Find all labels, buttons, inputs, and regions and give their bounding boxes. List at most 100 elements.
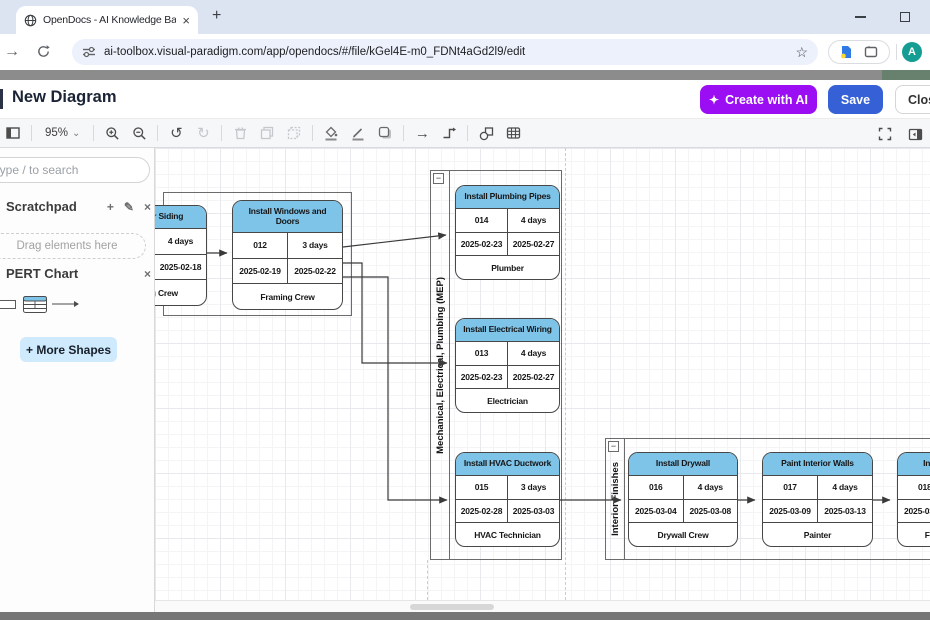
task-start: 2025-02-28	[456, 500, 507, 523]
to-front-icon[interactable]	[258, 124, 276, 142]
task-duration: 4 days	[817, 476, 872, 499]
minimize-icon[interactable]	[855, 16, 866, 18]
toolbar-divider	[312, 125, 313, 141]
straight-connector-icon[interactable]: →	[413, 124, 431, 142]
pert-node-paint[interactable]: Paint Interior Walls 017 4 days 2025-03-…	[762, 452, 873, 547]
url-text[interactable]: ai-toolbox.visual-paradigm.com/app/opend…	[104, 46, 787, 58]
toolbar-divider	[403, 125, 404, 141]
toolbar-right-group	[876, 119, 924, 149]
pert-node-plumbing[interactable]: Install Plumbing Pipes 014 4 days 2025-0…	[455, 185, 560, 280]
pert-node-electrical[interactable]: Install Electrical Wiring 013 4 days 202…	[455, 318, 560, 413]
scrollbar-thumb[interactable]	[410, 604, 494, 610]
scratchpad-dropzone[interactable]: Drag elements here	[0, 233, 146, 259]
shape-arrow[interactable]	[52, 299, 79, 309]
toolbar-divider	[157, 125, 158, 141]
toolbar-divider	[31, 125, 32, 141]
collapse-panel-icon[interactable]	[906, 125, 924, 143]
zoom-in-icon[interactable]	[103, 124, 121, 142]
to-back-icon[interactable]	[285, 124, 303, 142]
search-input[interactable]	[0, 157, 150, 183]
pert-node-flooring[interactable]: Install Flooring 018 2025-03-14 Flooring…	[897, 452, 930, 547]
pert-node-siding[interactable]: Exterior Siding 4 days 2025-02-18 Siding…	[155, 205, 207, 306]
diagram-canvas[interactable]: Mechanical, Electrical, Plumbing (MEP) −…	[155, 148, 930, 600]
task-start: 2025-03-14	[898, 500, 930, 523]
app-header: New Diagram ✦ Create with AI Save Close	[0, 80, 930, 118]
elbow-connector-icon[interactable]	[440, 124, 458, 142]
undo-icon[interactable]: ↺	[167, 124, 185, 142]
task-title: Install Plumbing Pipes	[456, 186, 559, 209]
task-end: 2025-03-03	[507, 500, 559, 523]
task-duration: 4 days	[155, 229, 206, 254]
close-label: Close	[908, 93, 930, 107]
site-info-icon[interactable]	[82, 45, 96, 59]
format-panel-icon[interactable]	[4, 124, 22, 142]
redo-icon[interactable]: ↻	[194, 124, 212, 142]
globe-icon	[24, 14, 37, 27]
pert-node-drywall[interactable]: Install Drywall 016 4 days 2025-03-04 20…	[628, 452, 738, 547]
task-resource: Siding Crew	[155, 280, 206, 305]
horizontal-scrollbar[interactable]	[155, 600, 930, 612]
create-with-ai-button[interactable]: ✦ Create with AI	[700, 85, 817, 114]
close-button[interactable]: Close	[895, 85, 930, 114]
browser-tab[interactable]: OpenDocs - AI Knowledge Base ×	[16, 6, 198, 34]
task-title: Install Drywall	[629, 453, 737, 476]
shadow-icon[interactable]	[376, 124, 394, 142]
create-with-ai-label: Create with AI	[725, 93, 808, 107]
doc-extension-icon[interactable]	[840, 45, 853, 59]
toolbar-divider	[221, 125, 222, 141]
task-resource: Framing Crew	[233, 284, 342, 309]
task-duration: 3 days	[507, 476, 559, 499]
scratchpad-close-icon[interactable]: ×	[144, 200, 151, 214]
browser-navbar: → ai-toolbox.visual-paradigm.com/app/ope…	[0, 34, 930, 70]
fill-color-icon[interactable]	[322, 124, 340, 142]
scratchpad-edit-icon[interactable]: ✎	[124, 200, 134, 214]
task-duration: 3 days	[287, 233, 342, 258]
zoom-dropdown[interactable]: 95% ⌄	[41, 127, 84, 139]
connector[interactable]	[343, 235, 446, 247]
pert-node-hvac[interactable]: Install HVAC Ductwork 015 3 days 2025-02…	[455, 452, 560, 547]
zoom-out-icon[interactable]	[130, 124, 148, 142]
pert-node-windows-doors[interactable]: Install Windows and Doors 012 3 days 202…	[232, 200, 343, 310]
task-end: 2025-03-13	[817, 500, 872, 523]
table-icon[interactable]	[504, 124, 522, 142]
connector[interactable]	[343, 277, 447, 500]
more-shapes-button[interactable]: + More Shapes	[20, 337, 117, 362]
shape-pert-table[interactable]	[23, 296, 47, 313]
save-button[interactable]: Save	[828, 85, 883, 114]
pert-section-close-icon[interactable]: ×	[144, 267, 151, 281]
chevron-down-icon: ⌄	[72, 128, 80, 139]
task-start: 2025-03-04	[629, 500, 683, 523]
new-tab-button[interactable]: +	[212, 8, 221, 24]
reload-icon[interactable]	[36, 44, 51, 59]
maximize-icon[interactable]	[900, 12, 910, 22]
task-resource: Painter	[763, 523, 872, 546]
task-title: Exterior Siding	[155, 206, 206, 229]
task-resource: HVAC Technician	[456, 523, 559, 546]
scratchpad-add-icon[interactable]: +	[107, 200, 114, 214]
task-duration: 4 days	[683, 476, 738, 499]
forward-icon[interactable]: →	[4, 43, 20, 61]
profile-avatar[interactable]: A	[902, 42, 922, 62]
tab-close-icon[interactable]: ×	[182, 14, 190, 27]
toolbar-divider	[467, 125, 468, 141]
line-color-icon[interactable]	[349, 124, 367, 142]
extensions-icon[interactable]	[864, 45, 878, 59]
page-bottom-strip	[0, 612, 930, 620]
extensions-pill	[828, 40, 890, 64]
navbar-divider	[896, 44, 897, 60]
page-top-strip	[0, 70, 930, 80]
task-start: 2025-02-23	[456, 233, 507, 256]
header-edge-icon	[0, 89, 3, 109]
sparkle-icon: ✦	[709, 94, 719, 106]
shapes-sidebar: Scratchpad + ✎ × Drag elements here PERT…	[0, 148, 155, 612]
task-start: 2025-02-23	[456, 366, 507, 389]
connector[interactable]	[343, 263, 447, 363]
shape-rectangle[interactable]	[0, 300, 16, 309]
bookmark-star-icon[interactable]: ☆	[795, 44, 808, 61]
shapes-icon[interactable]	[477, 124, 495, 142]
task-id: 016	[629, 476, 683, 499]
toolbar-divider	[93, 125, 94, 141]
address-bar[interactable]: ai-toolbox.visual-paradigm.com/app/opend…	[72, 39, 818, 65]
delete-icon[interactable]	[231, 124, 249, 142]
fullscreen-icon[interactable]	[876, 125, 894, 143]
